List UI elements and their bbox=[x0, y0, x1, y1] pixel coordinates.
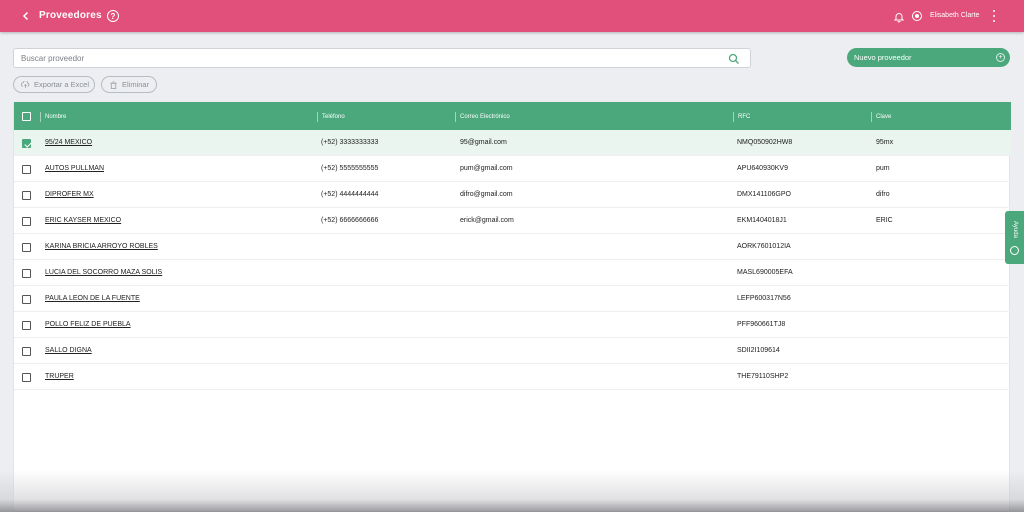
key-cell: difro bbox=[876, 191, 890, 198]
new-supplier-button[interactable]: Nuevo proveedor + bbox=[847, 48, 1010, 67]
email-cell: difro@gmail.com bbox=[460, 191, 513, 198]
help-circle-icon bbox=[1010, 246, 1019, 255]
key-cell: pum bbox=[876, 165, 890, 172]
side-tab-label: Ayuda bbox=[1012, 221, 1018, 238]
column-header-email[interactable]: Correo Electrónico bbox=[455, 112, 510, 122]
rfc-cell: THE79110SHP2 bbox=[737, 373, 789, 380]
supplier-name-link[interactable]: DIPROFER MX bbox=[45, 191, 94, 198]
search-box bbox=[13, 48, 751, 68]
rfc-cell: LEFP600317N56 bbox=[737, 295, 791, 302]
supplier-name-link[interactable]: TRUPER bbox=[45, 373, 74, 380]
rfc-cell: MASL690005EFA bbox=[737, 269, 793, 276]
table-header: Nombre Teléfono Correo Electrónico RFC C… bbox=[14, 102, 1011, 130]
table-row[interactable]: 95/24 MEXICO (+52) 3333333333 95@gmail.com… bbox=[14, 130, 1011, 156]
table-row[interactable]: LUCIA DEL SOCORRO MAZA SOLIS MASL690005EF… bbox=[14, 260, 1011, 286]
row-checkbox[interactable] bbox=[22, 269, 31, 278]
notification-bell-icon[interactable] bbox=[893, 10, 905, 23]
row-checkbox[interactable] bbox=[22, 321, 31, 330]
table-row[interactable]: ERIC KAYSER MEXICO (+52) 6666666666 erick@… bbox=[14, 208, 1011, 234]
rfc-cell: APU640930KV9 bbox=[737, 165, 788, 172]
delete-button[interactable]: Eliminar bbox=[101, 76, 157, 93]
top-bar: Proveedores ? Elisabeth Clarte bbox=[0, 0, 1024, 32]
select-all-checkbox[interactable] bbox=[22, 112, 31, 121]
new-supplier-label: Nuevo proveedor bbox=[854, 53, 912, 62]
table-row[interactable]: SALLO DIGNA SDII2I109614 bbox=[14, 338, 1011, 364]
page-title: Proveedores bbox=[39, 10, 102, 21]
row-checkbox[interactable] bbox=[22, 295, 31, 304]
supplier-name-link[interactable]: 95/24 MEXICO bbox=[45, 139, 92, 146]
export-excel-button[interactable]: Exportar a Excel bbox=[13, 76, 95, 93]
back-arrow-icon[interactable] bbox=[18, 8, 34, 24]
table-row[interactable]: POLLO FELIZ DE PUEBLA PFF960661TJ8 bbox=[14, 312, 1011, 338]
supplier-name-link[interactable]: AUTOS PULLMAN bbox=[45, 165, 104, 172]
phone-cell: (+52) 5555555555 bbox=[321, 165, 379, 172]
rfc-cell: SDII2I109614 bbox=[737, 347, 780, 354]
help-icon[interactable]: ? bbox=[107, 10, 119, 22]
key-cell: 95mx bbox=[876, 139, 894, 146]
table-row[interactable]: KARINA BRICIA ARROYO ROBLES AORK7601012IA bbox=[14, 234, 1011, 260]
suppliers-table: Nombre Teléfono Correo Electrónico RFC C… bbox=[13, 102, 1011, 512]
rfc-cell: DMX141106GPO bbox=[737, 191, 791, 198]
trash-icon bbox=[110, 81, 117, 89]
row-checkbox[interactable] bbox=[22, 243, 31, 252]
user-avatar-icon[interactable] bbox=[912, 11, 922, 21]
phone-cell: (+52) 3333333333 bbox=[321, 139, 379, 146]
supplier-name-link[interactable]: PAULA LEON DE LA FUENTE bbox=[45, 295, 140, 302]
row-checkbox[interactable] bbox=[22, 165, 31, 174]
column-header-key[interactable]: Clave bbox=[871, 112, 891, 122]
column-header-rfc[interactable]: RFC bbox=[733, 112, 750, 122]
side-help-tab[interactable]: Ayuda bbox=[1005, 211, 1024, 264]
column-header-name[interactable]: Nombre bbox=[40, 112, 66, 122]
delete-label: Eliminar bbox=[122, 80, 150, 89]
phone-cell: (+52) 4444444444 bbox=[321, 191, 379, 198]
rfc-cell: NMQ050902HW8 bbox=[737, 139, 793, 146]
rfc-cell: AORK7601012IA bbox=[737, 243, 791, 250]
more-options-icon[interactable] bbox=[990, 10, 998, 22]
phone-cell: (+52) 6666666666 bbox=[321, 217, 379, 224]
email-cell: erick@gmail.com bbox=[460, 217, 514, 224]
rfc-cell: EKM1404018J1 bbox=[737, 217, 787, 224]
export-label: Exportar a Excel bbox=[34, 80, 90, 89]
supplier-name-link[interactable]: POLLO FELIZ DE PUEBLA bbox=[45, 321, 131, 328]
username[interactable]: Elisabeth Clarte bbox=[930, 12, 979, 19]
row-checkbox[interactable] bbox=[22, 191, 31, 200]
supplier-name-link[interactable]: SALLO DIGNA bbox=[45, 347, 92, 354]
key-cell: ERIC bbox=[876, 217, 893, 224]
column-header-phone[interactable]: Teléfono bbox=[317, 112, 345, 122]
supplier-name-link[interactable]: ERIC KAYSER MEXICO bbox=[45, 217, 121, 224]
table-row[interactable]: TRUPER THE79110SHP2 bbox=[14, 364, 1011, 390]
row-checkbox[interactable] bbox=[22, 139, 31, 148]
search-input[interactable] bbox=[21, 52, 721, 65]
row-checkbox[interactable] bbox=[22, 217, 31, 226]
supplier-name-link[interactable]: LUCIA DEL SOCORRO MAZA SOLIS bbox=[45, 269, 162, 276]
supplier-name-link[interactable]: KARINA BRICIA ARROYO ROBLES bbox=[45, 243, 158, 250]
row-checkbox[interactable] bbox=[22, 347, 31, 356]
email-cell: pum@gmail.com bbox=[460, 165, 513, 172]
table-row[interactable]: PAULA LEON DE LA FUENTE LEFP600317N56 bbox=[14, 286, 1011, 312]
email-cell: 95@gmail.com bbox=[460, 139, 507, 146]
table-row[interactable]: DIPROFER MX (+52) 4444444444 difro@gmail.c… bbox=[14, 182, 1011, 208]
table-row[interactable]: AUTOS PULLMAN (+52) 5555555555 pum@gmail.c… bbox=[14, 156, 1011, 182]
rfc-cell: PFF960661TJ8 bbox=[737, 321, 786, 328]
row-checkbox[interactable] bbox=[22, 373, 31, 382]
plus-icon: + bbox=[996, 53, 1005, 62]
export-icon bbox=[21, 81, 30, 89]
search-icon[interactable] bbox=[728, 53, 740, 65]
